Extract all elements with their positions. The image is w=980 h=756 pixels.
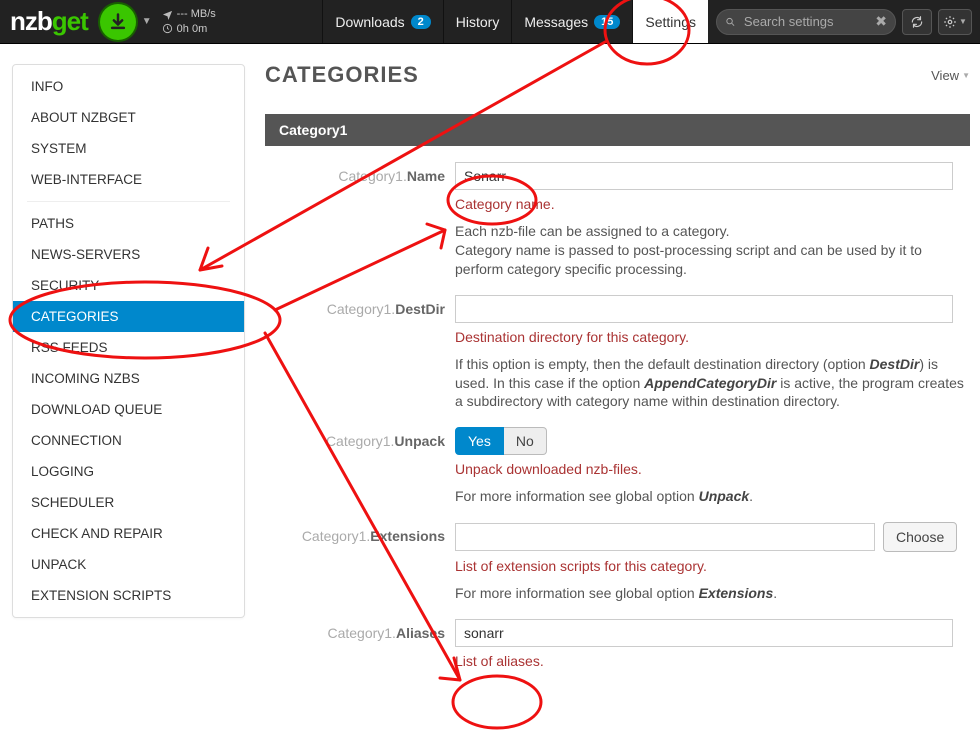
sidebar-item-paths[interactable]: PATHS: [13, 208, 244, 239]
sidebar-divider: [27, 201, 230, 202]
sidebar: INFOABOUT NZBGETSYSTEMWEB-INTERFACE PATHS…: [0, 44, 245, 669]
content: CATEGORIES View ▼ Category1 Category1.Na…: [245, 44, 980, 669]
page-head: CATEGORIES View ▼: [265, 62, 970, 88]
choose-button[interactable]: Choose: [883, 522, 957, 552]
clear-search-icon[interactable]: ✖: [875, 13, 887, 30]
nav-downloads[interactable]: Downloads 2: [322, 0, 442, 43]
sidebar-item-security[interactable]: SECURITY: [13, 270, 244, 301]
row-name: Category1.Name Category name. Each nzb-f…: [265, 162, 970, 279]
input-destdir[interactable]: [455, 295, 953, 323]
sidebar-item-extension-scripts[interactable]: EXTENSION SCRIPTS: [13, 580, 244, 611]
sidebar-item-scheduler[interactable]: SCHEDULER: [13, 487, 244, 518]
input-aliases[interactable]: [455, 619, 953, 647]
gear-button[interactable]: ▼: [938, 9, 972, 35]
toggle-unpack-no[interactable]: No: [504, 427, 547, 455]
time-value: 0h 0m: [177, 23, 208, 35]
sidebar-item-incoming-nzbs[interactable]: INCOMING NZBS: [13, 363, 244, 394]
toggle-unpack-yes[interactable]: Yes: [455, 427, 504, 455]
nav-settings[interactable]: Settings: [632, 0, 708, 43]
view-dropdown[interactable]: View ▼: [931, 68, 970, 83]
nav-messages-label: Messages: [524, 14, 588, 30]
main: INFOABOUT NZBGETSYSTEMWEB-INTERFACE PATHS…: [0, 44, 980, 669]
sidebar-item-rss-feeds[interactable]: RSS FEEDS: [13, 332, 244, 363]
nav-settings-label: Settings: [645, 14, 696, 30]
search-box[interactable]: ✖: [716, 9, 896, 35]
logo-nzb: nzb: [10, 6, 52, 37]
section-header: Category1: [265, 114, 970, 146]
toggle-unpack: Yes No: [455, 427, 970, 455]
input-name[interactable]: [455, 162, 953, 190]
download-indicator-icon[interactable]: [100, 4, 136, 40]
nav-messages-badge: 15: [594, 15, 620, 29]
view-caret-icon: ▼: [962, 71, 970, 80]
help-unpack-red: Unpack downloaded nzb-files.: [455, 461, 970, 477]
sidebar-card: INFOABOUT NZBGETSYSTEMWEB-INTERFACE PATHS…: [12, 64, 245, 618]
label-extensions: Category1.Extensions: [265, 522, 455, 544]
nav-history[interactable]: History: [443, 0, 512, 43]
help-ext-red: List of extension scripts for this categ…: [455, 558, 970, 574]
row-aliases: Category1.Aliases List of aliases.: [265, 619, 970, 669]
sidebar-item-logging[interactable]: LOGGING: [13, 456, 244, 487]
sidebar-item-about-nzbget[interactable]: ABOUT NZBGET: [13, 102, 244, 133]
row-destdir: Category1.DestDir Destination directory …: [265, 295, 970, 412]
logo-get: get: [52, 6, 88, 37]
help-destdir-red: Destination directory for this category.: [455, 329, 970, 345]
sidebar-item-web-interface[interactable]: WEB-INTERFACE: [13, 164, 244, 195]
sidebar-item-unpack[interactable]: UNPACK: [13, 549, 244, 580]
nav-downloads-badge: 2: [411, 15, 431, 29]
refresh-icon: [910, 15, 924, 29]
plane-icon: [162, 9, 173, 20]
label-aliases: Category1.Aliases: [265, 619, 455, 641]
logo: nzbget: [0, 6, 98, 37]
sidebar-item-connection[interactable]: CONNECTION: [13, 425, 244, 456]
sidebar-item-check-and-repair[interactable]: CHECK AND REPAIR: [13, 518, 244, 549]
label-destdir: Category1.DestDir: [265, 295, 455, 317]
nav-history-label: History: [456, 14, 500, 30]
sidebar-item-news-servers[interactable]: NEWS-SERVERS: [13, 239, 244, 270]
clock-icon: [162, 23, 173, 34]
nav-downloads-label: Downloads: [335, 14, 404, 30]
help-ext-gray: For more information see global option E…: [455, 584, 970, 603]
search-input[interactable]: [742, 13, 869, 30]
top-nav: Downloads 2 History Messages 15 Settings: [322, 0, 708, 43]
nav-messages[interactable]: Messages 15: [511, 0, 632, 43]
search-wrap: ✖ ▼: [708, 9, 980, 35]
sidebar-item-system[interactable]: SYSTEM: [13, 133, 244, 164]
help-unpack-gray: For more information see global option U…: [455, 487, 970, 506]
help-name-red: Category name.: [455, 196, 970, 212]
help-destdir-gray: If this option is empty, then the defaul…: [455, 355, 970, 412]
view-label: View: [931, 68, 959, 83]
search-icon: [725, 15, 736, 29]
help-aliases-red: List of aliases.: [455, 653, 970, 669]
label-name: Category1.Name: [265, 162, 455, 184]
sidebar-item-categories[interactable]: CATEGORIES: [13, 301, 244, 332]
row-unpack: Category1.Unpack Yes No Unpack downloade…: [265, 427, 970, 506]
speed-limit-block[interactable]: --- MB/s 0h 0m: [156, 8, 222, 34]
input-extensions[interactable]: [455, 523, 875, 551]
row-extensions: Category1.Extensions Choose List of exte…: [265, 522, 970, 603]
download-caret-icon[interactable]: ▼: [138, 16, 156, 27]
gear-icon: [943, 15, 957, 29]
label-unpack: Category1.Unpack: [265, 427, 455, 449]
page-title: CATEGORIES: [265, 62, 419, 88]
help-name-gray: Each nzb-file can be assigned to a categ…: [455, 222, 970, 279]
speed-value: --- MB/s: [177, 8, 216, 20]
gear-caret-icon: ▼: [959, 17, 967, 26]
sidebar-item-info[interactable]: INFO: [13, 71, 244, 102]
sidebar-item-download-queue[interactable]: DOWNLOAD QUEUE: [13, 394, 244, 425]
refresh-button[interactable]: [902, 9, 932, 35]
topbar: nzbget ▼ --- MB/s 0h 0m Downloads 2 Hist…: [0, 0, 980, 44]
